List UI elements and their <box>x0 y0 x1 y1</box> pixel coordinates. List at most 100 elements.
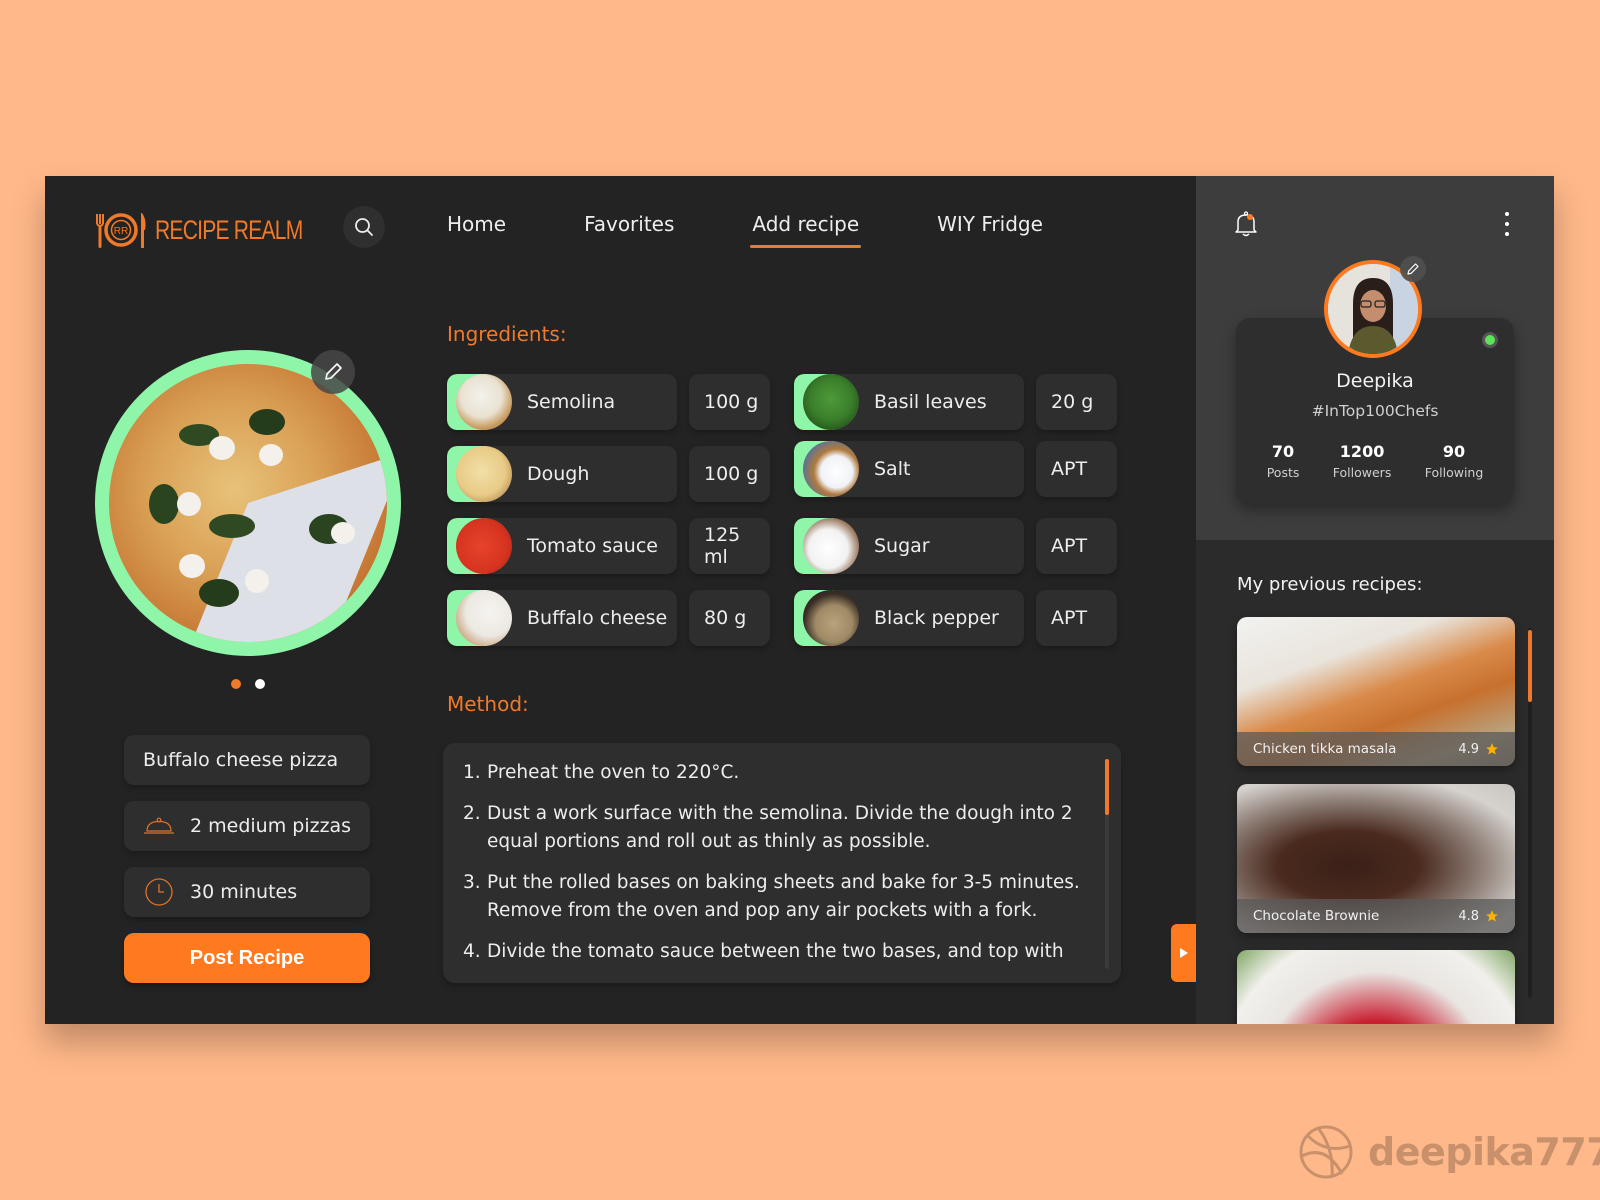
ingredient-name-field[interactable]: Basil leaves <box>794 374 1024 430</box>
pizza-topping <box>199 579 239 607</box>
more-options-button[interactable] <box>1502 212 1512 236</box>
tab-add-recipe[interactable]: Add recipe <box>750 212 861 248</box>
ingredient-qty-field[interactable]: 100 g <box>689 446 770 502</box>
play-arrow-icon <box>1180 948 1188 958</box>
main-nav: Home Favorites Add recipe WIY Fridge <box>447 212 1121 248</box>
tab-wiy-fridge[interactable]: WIY Fridge <box>937 212 1043 236</box>
carousel-dot-2[interactable] <box>255 679 265 689</box>
stat-posts[interactable]: 70 Posts <box>1267 442 1300 480</box>
recipe-title-value: Buffalo cheese pizza <box>143 749 339 771</box>
ingredient-qty-field[interactable]: APT <box>1036 441 1117 497</box>
ingredient-thumbnail <box>803 590 859 646</box>
ingredient-name: Buffalo cheese <box>527 607 668 629</box>
ingredient-name-field[interactable]: Sugar <box>794 518 1024 574</box>
bell-icon <box>1235 211 1257 237</box>
stat-following[interactable]: 90 Following <box>1425 442 1484 480</box>
ingredient-name: Semolina <box>527 391 616 413</box>
app-window: RR RECIPE REALM Home Favorites Add recip… <box>45 176 1554 1024</box>
ingredient-name-field[interactable]: Salt <box>794 441 1024 497</box>
ingredient-name: Basil leaves <box>874 391 987 413</box>
step-text: Divide the tomato sauce between the two … <box>487 941 1064 962</box>
star-icon <box>1486 910 1498 922</box>
watermark: deepika777 <box>1298 1124 1600 1180</box>
rating-value: 4.8 <box>1458 908 1479 924</box>
recipe-name: Chicken tikka masala <box>1253 741 1397 757</box>
step-number: 3. <box>463 872 481 893</box>
ingredient-name-field[interactable]: Tomato sauce <box>447 518 677 574</box>
previous-recipes-heading: My previous recipes: <box>1237 574 1423 595</box>
ingredient-qty-field[interactable]: 125 ml <box>689 518 770 574</box>
ingredient-thumbnail <box>803 374 859 430</box>
rating-value: 4.9 <box>1458 741 1479 757</box>
search-icon <box>355 218 373 236</box>
mozzarella-ball <box>209 436 235 460</box>
ingredient-row: Semolina 100 g <box>447 374 770 430</box>
ingredient-row: Buffalo cheese 80 g <box>447 590 770 646</box>
ingredient-name: Tomato sauce <box>527 535 658 557</box>
ingredient-name-field[interactable]: Dough <box>447 446 677 502</box>
online-status-indicator <box>1482 332 1498 348</box>
ingredient-qty-field[interactable]: 20 g <box>1036 374 1117 430</box>
previous-recipe-card[interactable]: Chicken tikka masala 4.9 <box>1237 617 1515 766</box>
method-step: 1. Preheat the oven to 220°C. <box>463 759 1081 787</box>
notifications-button[interactable] <box>1234 210 1258 242</box>
stat-value: 70 <box>1271 442 1295 461</box>
kebab-dot <box>1505 222 1509 226</box>
post-recipe-button[interactable]: Post Recipe <box>124 933 370 983</box>
dish-photo[interactable] <box>109 364 387 642</box>
ingredient-qty-field[interactable]: 100 g <box>689 374 770 430</box>
ingredient-name: Sugar <box>874 535 930 557</box>
servings-value: 2 medium pizzas <box>190 815 352 837</box>
previous-recipe-card[interactable]: Chocolate Brownie 4.8 <box>1237 784 1515 933</box>
star-icon <box>1486 743 1498 755</box>
ingredient-thumbnail <box>803 441 859 497</box>
tab-favorites[interactable]: Favorites <box>584 212 674 236</box>
logo-plate-icon: RR <box>96 213 146 248</box>
previous-recipe-card[interactable] <box>1237 950 1515 1024</box>
method-steps: 1. Preheat the oven to 220°C. 2. Dust a wo… <box>443 743 1121 966</box>
brand-name: RECIPE REALM <box>155 214 303 245</box>
ingredient-thumbnail <box>456 518 512 574</box>
mozzarella-ball <box>177 492 201 516</box>
dribbble-icon <box>1299 1125 1353 1179</box>
stat-label: Posts <box>1266 465 1300 480</box>
ingredient-name: Dough <box>527 463 590 485</box>
stat-followers[interactable]: 1200 Followers <box>1333 442 1392 480</box>
pencil-icon <box>1407 263 1419 275</box>
mozzarella-ball <box>245 569 269 593</box>
brand-logo[interactable]: RR RECIPE REALM <box>93 210 344 250</box>
kebab-dot <box>1505 232 1509 236</box>
edit-photo-button[interactable] <box>311 350 355 394</box>
method-scrollbar-thumb[interactable] <box>1105 759 1109 815</box>
ingredient-name-field[interactable]: Buffalo cheese <box>447 590 677 646</box>
ingredient-thumbnail <box>456 590 512 646</box>
ingredient-qty-field[interactable]: APT <box>1036 518 1117 574</box>
pizza-topping <box>149 484 179 524</box>
servings-input[interactable]: 2 medium pizzas <box>124 801 370 851</box>
recipe-title-input[interactable]: Buffalo cheese pizza <box>124 735 370 785</box>
method-textarea[interactable]: 1. Preheat the oven to 220°C. 2. Dust a wo… <box>443 743 1121 983</box>
ingredient-name: Salt <box>874 458 911 480</box>
mozzarella-ball <box>259 444 283 466</box>
pizza-slice-gap <box>166 451 387 642</box>
panel-toggle-button[interactable] <box>1171 924 1197 982</box>
profile-header: Deepika #InTop100Chefs 70 Posts 1200 Fol… <box>1196 176 1554 540</box>
dish-photo-frame <box>95 350 401 656</box>
ingredient-thumbnail <box>456 446 512 502</box>
ingredient-name-field[interactable]: Semolina <box>447 374 677 430</box>
stat-label: Followers <box>1332 465 1392 480</box>
search-button[interactable] <box>343 206 385 248</box>
recipes-scrollbar-thumb[interactable] <box>1528 630 1532 702</box>
ingredient-row: Black pepper APT <box>794 590 1117 646</box>
photo-carousel-dots <box>231 679 265 689</box>
ingredient-qty-field[interactable]: 80 g <box>689 590 770 646</box>
pizza-topping <box>209 514 255 538</box>
cook-time-input[interactable]: 30 minutes <box>124 867 370 917</box>
pizza-topping <box>249 409 285 435</box>
carousel-dot-1[interactable] <box>231 679 241 689</box>
edit-avatar-button[interactable] <box>1400 256 1426 282</box>
tab-home[interactable]: Home <box>447 212 506 236</box>
cloche-icon <box>136 816 182 836</box>
ingredient-qty-field[interactable]: APT <box>1036 590 1117 646</box>
ingredient-name-field[interactable]: Black pepper <box>794 590 1024 646</box>
